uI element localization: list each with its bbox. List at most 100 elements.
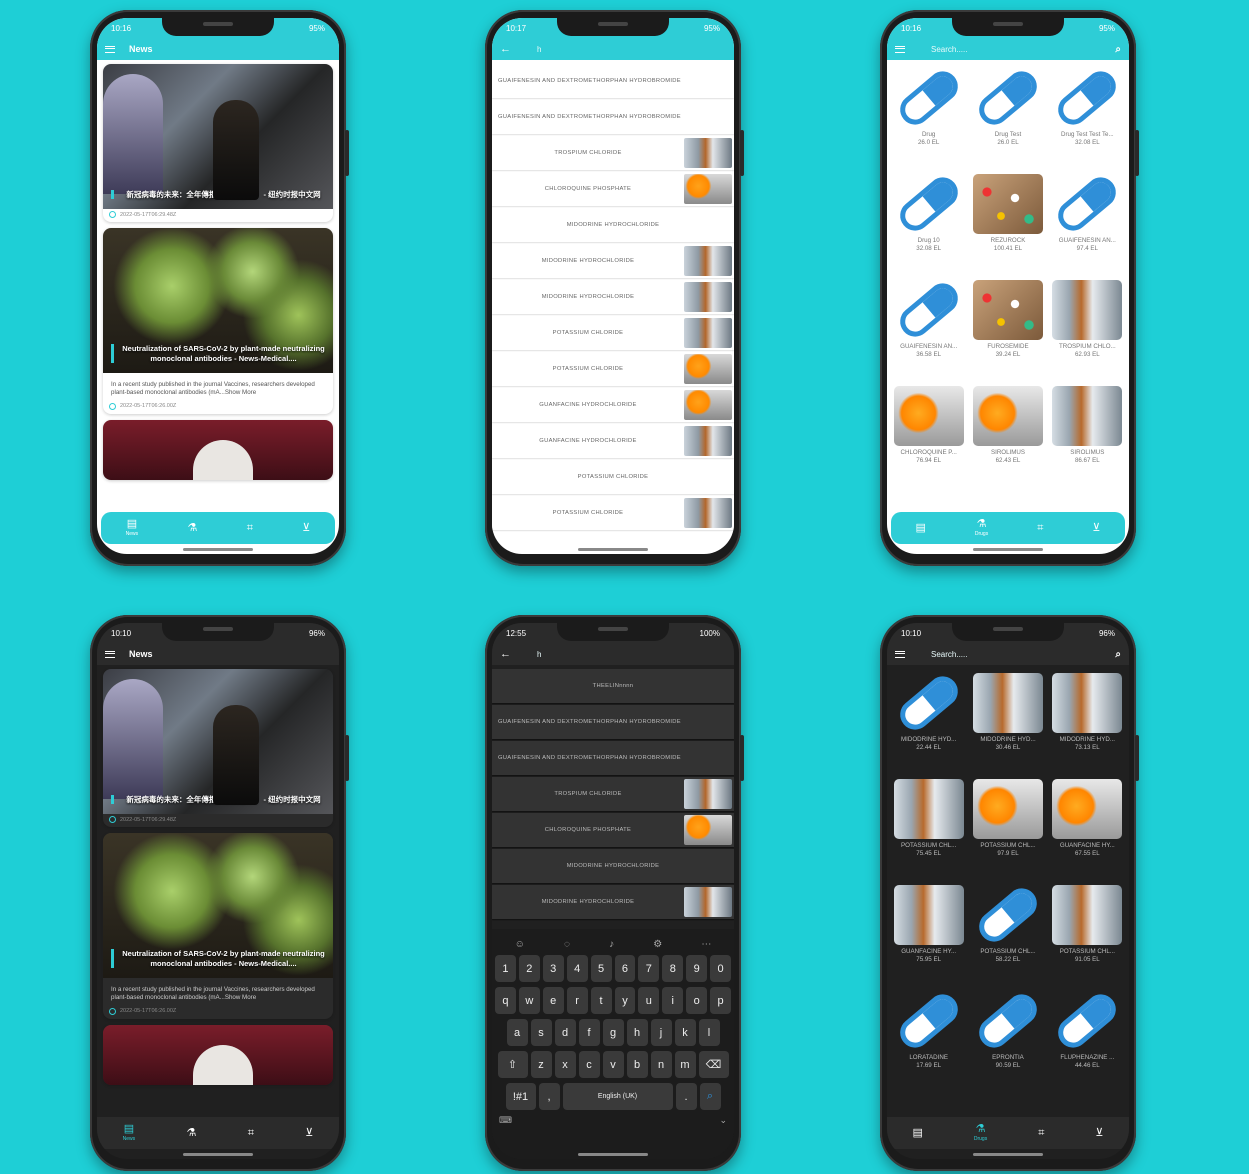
comma-key[interactable]: , — [538, 1083, 560, 1110]
key-5[interactable]: 5 — [590, 955, 612, 982]
list-item[interactable]: GUAIFENESIN AND DEXTROMETHORPHAN HYDROBR… — [492, 741, 734, 775]
key-0[interactable]: 0 — [710, 955, 732, 982]
key-g[interactable]: g — [602, 1019, 624, 1046]
key-j[interactable]: j — [650, 1019, 672, 1046]
nav-news[interactable]: ▤ News — [123, 1124, 136, 1143]
drug-card[interactable]: FLUPHENAZINE ... 44.46 EL — [1050, 991, 1125, 1097]
list-item[interactable]: MIDODRINE HYDROCHLORIDE — [492, 885, 734, 919]
drug-card[interactable]: Drug 26.0 EL — [891, 68, 966, 174]
drug-card[interactable]: POTASSIUM CHL... 75.45 EL — [891, 779, 966, 885]
search-input[interactable]: Search..... — [931, 650, 1101, 659]
nav-drugs[interactable]: ⚗ — [187, 1127, 197, 1139]
drug-card[interactable]: MIDODRINE HYD... 22.44 EL — [891, 673, 966, 779]
news-card[interactable]: 新冠病毒的未来：全年傳播，重複感染？ - 纽约时报中文网 2022-05-17T… — [103, 669, 333, 827]
drug-grid[interactable]: MIDODRINE HYD... 22.44 EL MIDODRINE HYD...… — [887, 665, 1129, 1159]
drug-card[interactable]: FUROSEMIDE 39.24 EL — [970, 280, 1045, 386]
list-item[interactable]: MIDODRINE HYDROCHLORIDE — [492, 849, 734, 883]
key-p[interactable]: p — [710, 987, 732, 1014]
search-key[interactable]: ⌕ — [699, 1083, 721, 1110]
back-arrow-icon[interactable]: ← — [500, 648, 511, 660]
drug-card[interactable]: POTASSIUM CHL... 91.05 EL — [1050, 885, 1125, 991]
drug-card[interactable]: TROSPIUM CHLO... 62.93 EL — [1050, 280, 1125, 386]
key-i[interactable]: i — [662, 987, 684, 1014]
key-a[interactable]: a — [506, 1019, 528, 1046]
list-item[interactable]: GUAIFENESIN AND DEXTROMETHORPHAN HYDROBR… — [492, 64, 734, 98]
key-z[interactable]: z — [530, 1051, 552, 1078]
drug-card[interactable]: GUAIFENESIN AN... 97.4 EL — [1050, 174, 1125, 280]
list-item[interactable]: POTASSIUM CHLORIDE — [492, 496, 734, 530]
drug-card[interactable]: POTASSIUM CHL... 97.9 EL — [970, 779, 1045, 885]
news-feed[interactable]: 新冠病毒的未来：全年傳播，重複感染？ - 纽约时报中文网 2022-05-17T… — [97, 665, 339, 1159]
nav-scanner[interactable]: ⌗ — [1037, 522, 1043, 534]
menu-icon[interactable] — [105, 650, 115, 658]
hide-keyboard-icon[interactable]: ⌄ — [719, 1115, 727, 1126]
drug-card[interactable]: POTASSIUM CHL... 58.22 EL — [970, 885, 1045, 991]
news-card[interactable]: 新冠病毒的未来：全年傳播，重複感染？ - 纽约时报中文网 2022-05-17T… — [103, 64, 333, 222]
list-item[interactable]: POTASSIUM CHLORIDE — [492, 352, 734, 386]
list-item[interactable]: MIDODRINE HYDROCHLORIDE — [492, 208, 734, 242]
more-icon[interactable]: ⋯ — [701, 939, 711, 950]
key-l[interactable]: l — [698, 1019, 720, 1046]
symbols-key[interactable]: !#1 — [505, 1083, 536, 1110]
key-x[interactable]: x — [554, 1051, 576, 1078]
sticker-icon[interactable]: ◌ — [564, 939, 570, 950]
nav-drugs[interactable]: ⚗ Drugs — [974, 1124, 987, 1143]
nav-news[interactable]: ▤ — [915, 522, 925, 534]
drug-card[interactable]: Drug 10 32.08 EL — [891, 174, 966, 280]
nav-cart[interactable]: ⊻ — [302, 522, 310, 534]
space-key[interactable]: English (UK) — [562, 1083, 673, 1110]
key-s[interactable]: s — [530, 1019, 552, 1046]
key-w[interactable]: w — [518, 987, 540, 1014]
search-input[interactable]: Search..... — [931, 45, 1101, 54]
list-item[interactable]: GUANFACINE HYDROCHLORIDE — [492, 388, 734, 422]
key-8[interactable]: 8 — [662, 955, 684, 982]
search-input[interactable]: h — [537, 45, 726, 54]
keyboard[interactable]: ☺ ◌ ♪ ⚙ ⋯ 1234567890 qwertyuiop asdfghjkl ⇧ z… — [492, 929, 734, 1159]
drug-card[interactable]: SIROLIMUS 86.67 EL — [1050, 386, 1125, 492]
key-k[interactable]: k — [674, 1019, 696, 1046]
menu-icon[interactable] — [895, 650, 905, 658]
key-9[interactable]: 9 — [686, 955, 708, 982]
key-v[interactable]: v — [602, 1051, 624, 1078]
news-card[interactable]: Neutralization of SARS-CoV-2 by plant-ma… — [103, 228, 333, 414]
emoji-icon[interactable]: ☺ — [515, 939, 525, 950]
list-item[interactable]: GUAIFENESIN AND DEXTROMETHORPHAN HYDROBR… — [492, 705, 734, 739]
keyboard-icon[interactable]: ⌨ — [499, 1115, 512, 1126]
nav-drugs[interactable]: ⚗ — [188, 522, 198, 534]
drug-card[interactable]: GUAIFENESIN AN... 36.58 EL — [891, 280, 966, 386]
key-c[interactable]: c — [578, 1051, 600, 1078]
news-card[interactable] — [103, 1024, 333, 1085]
key-h[interactable]: h — [626, 1019, 648, 1046]
key-t[interactable]: t — [590, 987, 612, 1014]
nav-scanner[interactable]: ⌗ — [248, 1127, 254, 1139]
key-4[interactable]: 4 — [566, 955, 588, 982]
shift-key[interactable]: ⇧ — [497, 1051, 528, 1078]
list-item[interactable]: CHLOROQUINE PHOSPHATE — [492, 172, 734, 206]
nav-scanner[interactable]: ⌗ — [247, 522, 253, 534]
key-q[interactable]: q — [494, 987, 516, 1014]
list-item[interactable]: POTASSIUM CHLORIDE — [492, 316, 734, 350]
drug-card[interactable]: GUANFACINE HY... 75.95 EL — [891, 885, 966, 991]
news-card[interactable]: Neutralization of SARS-CoV-2 by plant-ma… — [103, 833, 333, 1019]
drug-list[interactable]: GUAIFENESIN AND DEXTROMETHORPHAN HYDROBR… — [492, 60, 734, 554]
key-n[interactable]: n — [650, 1051, 672, 1078]
list-item[interactable]: MIDODRINE HYDROCHLORIDE — [492, 244, 734, 278]
drug-card[interactable]: MIDODRINE HYD... 73.13 EL — [1050, 673, 1125, 779]
drug-card[interactable]: LORATADINE 17.69 EL — [891, 991, 966, 1097]
menu-icon[interactable] — [895, 45, 905, 53]
drug-card[interactable]: GUANFACINE HY... 67.55 EL — [1050, 779, 1125, 885]
list-item[interactable]: CHLOROQUINE PHOSPHATE — [492, 813, 734, 847]
menu-icon[interactable] — [105, 45, 115, 53]
key-7[interactable]: 7 — [638, 955, 660, 982]
nav-cart[interactable]: ⊻ — [1092, 522, 1100, 534]
nav-cart[interactable]: ⊻ — [305, 1127, 313, 1139]
list-item[interactable]: TROSPIUM CHLORIDE — [492, 777, 734, 811]
key-m[interactable]: m — [674, 1051, 696, 1078]
key-3[interactable]: 3 — [542, 955, 564, 982]
drug-card[interactable]: REZUROCK 100.41 EL — [970, 174, 1045, 280]
list-item[interactable]: POTASSIUM CHLORIDE — [492, 460, 734, 494]
news-card[interactable] — [103, 419, 333, 480]
drug-card[interactable]: EPRONTIA 90.59 EL — [970, 991, 1045, 1097]
key-f[interactable]: f — [578, 1019, 600, 1046]
drug-card[interactable]: Drug Test 26.0 EL — [970, 68, 1045, 174]
